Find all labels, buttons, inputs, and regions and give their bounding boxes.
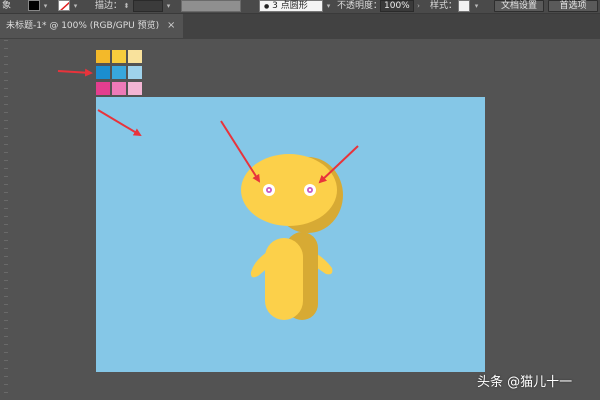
watermark: 头条 @猫儿十一 (477, 375, 573, 390)
cartoon-figure[interactable] (0, 0, 600, 400)
body (265, 238, 303, 320)
head (241, 154, 337, 226)
left-eye-pupil (267, 188, 271, 192)
right-eye-pupil (308, 188, 312, 192)
